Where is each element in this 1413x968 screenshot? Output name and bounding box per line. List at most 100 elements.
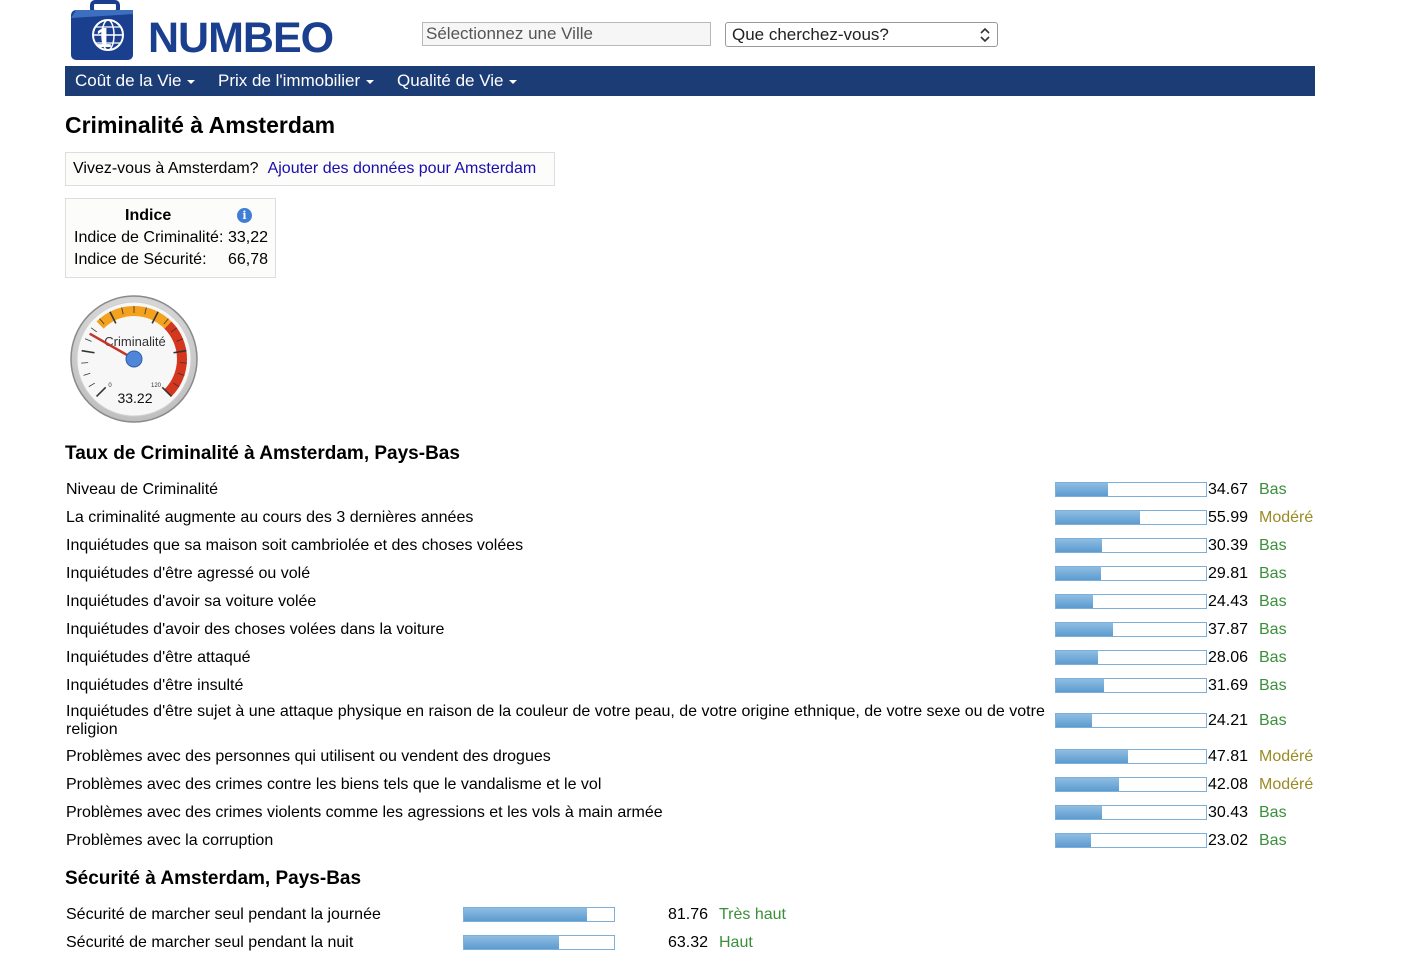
row-label: Sécurité de marcher seul pendant la jour… (66, 906, 381, 923)
safety-index-label: Indice de Sécurité: (74, 251, 207, 268)
gauge-tick (179, 362, 187, 364)
row-value: 24.43 (1208, 593, 1249, 610)
crime-gauge: Criminalité 0 120 33.22 (69, 294, 201, 424)
svg-text:1: 1 (96, 22, 112, 53)
row-value: 24.21 (1208, 712, 1249, 729)
numbeo-logo[interactable]: 1 NUMBEO (70, 0, 350, 64)
rating-bar (1055, 713, 1207, 728)
rating-bar-fill (1056, 539, 1102, 552)
index-box: Indice i Indice de Criminalité: 33,22 In… (65, 198, 276, 278)
caret-down-icon (366, 79, 375, 84)
rating-bar (1055, 482, 1207, 497)
add-data-link[interactable]: Ajouter des données pour Amsterdam (268, 160, 537, 177)
nav-item-cost-of-living[interactable]: Coût de la Vie (75, 71, 196, 91)
rating-bar-fill (1056, 834, 1091, 847)
row-level: Bas (1259, 804, 1287, 821)
page-title: Criminalité à Amsterdam (65, 112, 336, 138)
rating-bar-fill (1056, 483, 1108, 496)
gauge-max-label: 120 (151, 383, 162, 389)
nav-item-quality-of-life[interactable]: Qualité de Vie (397, 71, 518, 91)
rating-bar-fill (1056, 567, 1101, 580)
rating-bar-fill (464, 908, 587, 921)
search-type-select-value: Que cherchez-vous? (732, 25, 889, 44)
row-level: Modéré (1259, 748, 1314, 765)
row-level: Haut (719, 934, 753, 951)
row-label: Problèmes avec la corruption (66, 832, 274, 849)
suitcase-globe-icon: 1 (71, 0, 133, 60)
row-level: Bas (1259, 621, 1287, 638)
row-value: 29.81 (1208, 565, 1249, 582)
index-header: Indice (125, 207, 172, 224)
row-level: Bas (1259, 593, 1287, 610)
rating-bar-fill (1056, 806, 1102, 819)
rating-bar (1055, 594, 1207, 609)
row-label: Problèmes avec des crimes contre les bie… (66, 776, 602, 793)
row-label: Inquiétudes d'être attaqué (66, 649, 251, 666)
nav-item-property-prices[interactable]: Prix de l'immobilier (218, 71, 375, 91)
rating-bar-fill (1056, 511, 1140, 524)
rating-bar (1055, 749, 1207, 764)
row-label: Inquiétudes d'être sujet à une attaque p… (66, 703, 1045, 738)
city-search-input[interactable] (422, 22, 711, 46)
row-value: 42.08 (1208, 776, 1249, 793)
safety-title: Sécurité à Amsterdam, Pays-Bas (65, 868, 362, 889)
row-level: Très haut (719, 906, 786, 923)
rating-bar (463, 935, 615, 950)
crime-index-value: 33,22 (228, 229, 269, 246)
row-value: 34.67 (1208, 481, 1249, 498)
row-level: Bas (1259, 649, 1287, 666)
rating-bar-fill (1056, 778, 1120, 791)
crime-rates-title: Taux de Criminalité à Amsterdam, Pays-Ba… (65, 443, 460, 464)
row-value: 31.69 (1208, 677, 1249, 694)
rating-bar-fill (1056, 679, 1104, 692)
row-level: Bas (1259, 481, 1287, 498)
live-here-question: Vivez-vous à Amsterdam? (73, 160, 259, 177)
info-icon[interactable]: i (237, 208, 252, 223)
rating-bar-fill (1056, 623, 1113, 636)
row-value: 23.02 (1208, 832, 1249, 849)
rating-bar (1055, 538, 1207, 553)
rating-bar (1055, 566, 1207, 581)
logo-text: NUMBEO (148, 14, 334, 62)
row-label: Inquiétudes d'être insulté (66, 677, 244, 694)
rating-bar (463, 907, 615, 922)
chevron-updown-icon (980, 27, 990, 43)
row-level: Bas (1259, 677, 1287, 694)
row-level: Bas (1259, 712, 1287, 729)
row-label: Problèmes avec des crimes violents comme… (66, 804, 663, 821)
row-value: 30.39 (1208, 537, 1249, 554)
gauge-tick (81, 362, 89, 364)
row-level: Modéré (1259, 509, 1314, 526)
gauge-value: 33.22 (117, 390, 152, 406)
row-value: 47.81 (1208, 748, 1249, 765)
row-value: 55.99 (1208, 509, 1249, 526)
row-value: 63.32 (668, 934, 709, 951)
safety-index-value: 66,78 (228, 251, 269, 268)
gauge-hub (125, 350, 143, 368)
row-value: 81.76 (668, 906, 709, 923)
rating-bar (1055, 650, 1207, 665)
rating-bar (1055, 510, 1207, 525)
search-type-select[interactable]: Que cherchez-vous? (725, 22, 998, 47)
row-label: Inquiétudes d'avoir sa voiture volée (66, 593, 317, 610)
nav-item-label: Prix de l'immobilier (218, 71, 361, 90)
row-label: Inquiétudes d'être agressé ou volé (66, 565, 311, 582)
row-level: Modéré (1259, 776, 1314, 793)
crime-index-label: Indice de Criminalité: (74, 229, 224, 246)
row-label: Sécurité de marcher seul pendant la nuit (66, 934, 354, 951)
row-label: La criminalité augmente au cours des 3 d… (66, 509, 474, 526)
rating-bar (1055, 805, 1207, 820)
rating-bar-fill (464, 936, 559, 949)
rating-bar-fill (1056, 714, 1093, 727)
row-label: Inquiétudes d'avoir des choses volées da… (66, 621, 445, 638)
row-label: Inquiétudes que sa maison soit cambriolé… (66, 537, 524, 554)
row-value: 30.43 (1208, 804, 1249, 821)
rating-bar (1055, 833, 1207, 848)
row-level: Bas (1259, 832, 1287, 849)
rating-bar (1055, 777, 1207, 792)
rating-bar-fill (1056, 595, 1093, 608)
nav-item-label: Coût de la Vie (75, 71, 182, 90)
row-value: 37.87 (1208, 621, 1249, 638)
row-value: 28.06 (1208, 649, 1249, 666)
main-nav: Coût de la Vie Prix de l'immobilier Qual… (65, 66, 1315, 96)
